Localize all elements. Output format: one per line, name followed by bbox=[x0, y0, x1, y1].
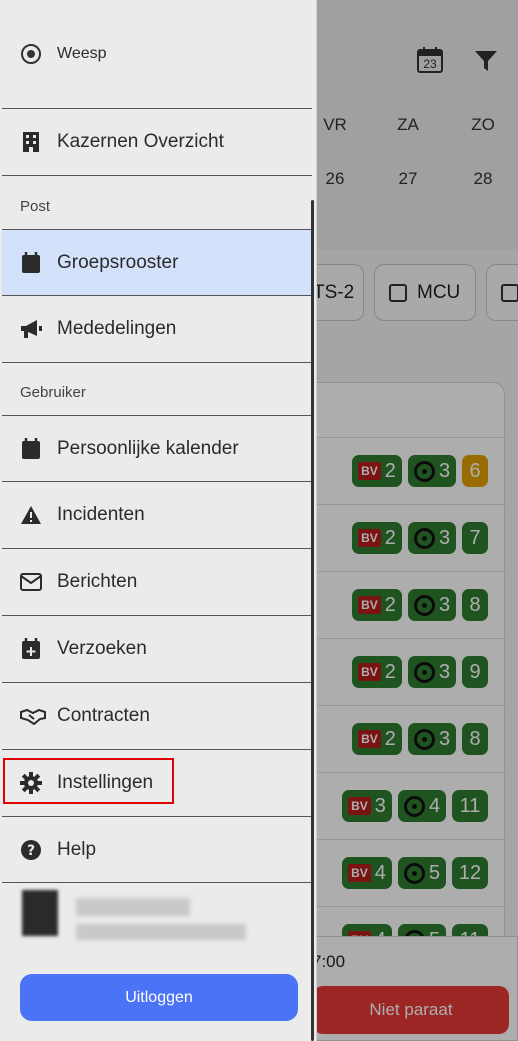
user-email-redacted bbox=[76, 924, 246, 940]
location-selector[interactable]: Weesp bbox=[2, 0, 312, 109]
handshake-icon bbox=[20, 705, 46, 727]
calendar-icon bbox=[20, 251, 42, 274]
menu-item-label: Contracten bbox=[57, 705, 150, 726]
help-icon: ? bbox=[20, 839, 42, 861]
warning-icon bbox=[20, 504, 42, 526]
highlight-box bbox=[3, 758, 174, 804]
menu-item-label: Help bbox=[57, 838, 97, 860]
location-label: Weesp bbox=[57, 45, 107, 62]
menu-item-groepsrooster[interactable]: Groepsrooster bbox=[2, 229, 312, 296]
menu-item-label: Berichten bbox=[57, 571, 138, 592]
menu-item-help[interactable]: ? Help bbox=[2, 817, 312, 883]
megaphone-icon bbox=[20, 318, 42, 340]
svg-text:?: ? bbox=[27, 843, 35, 859]
menu-item-label: Kazernen Overzicht bbox=[57, 131, 224, 152]
building-icon bbox=[20, 131, 42, 153]
calendar-icon bbox=[20, 437, 42, 460]
menu-item-incidenten[interactable]: Incidenten bbox=[2, 482, 312, 549]
drawer-scrollbar[interactable] bbox=[311, 200, 314, 1041]
menu-item-label: Mededelingen bbox=[57, 318, 177, 339]
menu-item-kazernen-overzicht[interactable]: Kazernen Overzicht bbox=[2, 109, 312, 176]
menu-item-label: Verzoeken bbox=[57, 638, 147, 659]
section-header-post: Post bbox=[20, 198, 51, 215]
menu-item-verzoeken[interactable]: Verzoeken bbox=[2, 616, 312, 683]
section-header-gebruiker: Gebruiker bbox=[20, 384, 86, 401]
menu-item-berichten[interactable]: Berichten bbox=[2, 549, 312, 616]
menu-item-persoonlijke-kalender[interactable]: Persoonlijke kalender bbox=[2, 415, 312, 482]
menu-item-mededelingen[interactable]: Mededelingen bbox=[2, 296, 312, 363]
avatar bbox=[22, 890, 58, 936]
navigation-drawer: Weesp Kazernen Overzicht Post Groepsroos… bbox=[0, 0, 317, 1041]
calendar-plus-icon bbox=[20, 638, 42, 660]
radio-selected-icon bbox=[20, 43, 42, 65]
envelope-icon bbox=[20, 571, 42, 593]
menu-item-label: Persoonlijke kalender bbox=[57, 437, 239, 459]
menu-item-label: Groepsrooster bbox=[57, 251, 179, 273]
menu-item-contracten[interactable]: Contracten bbox=[2, 683, 312, 750]
user-name-redacted bbox=[76, 898, 190, 916]
menu-item-label: Incidenten bbox=[57, 504, 145, 525]
logout-button[interactable]: Uitloggen bbox=[20, 974, 298, 1021]
